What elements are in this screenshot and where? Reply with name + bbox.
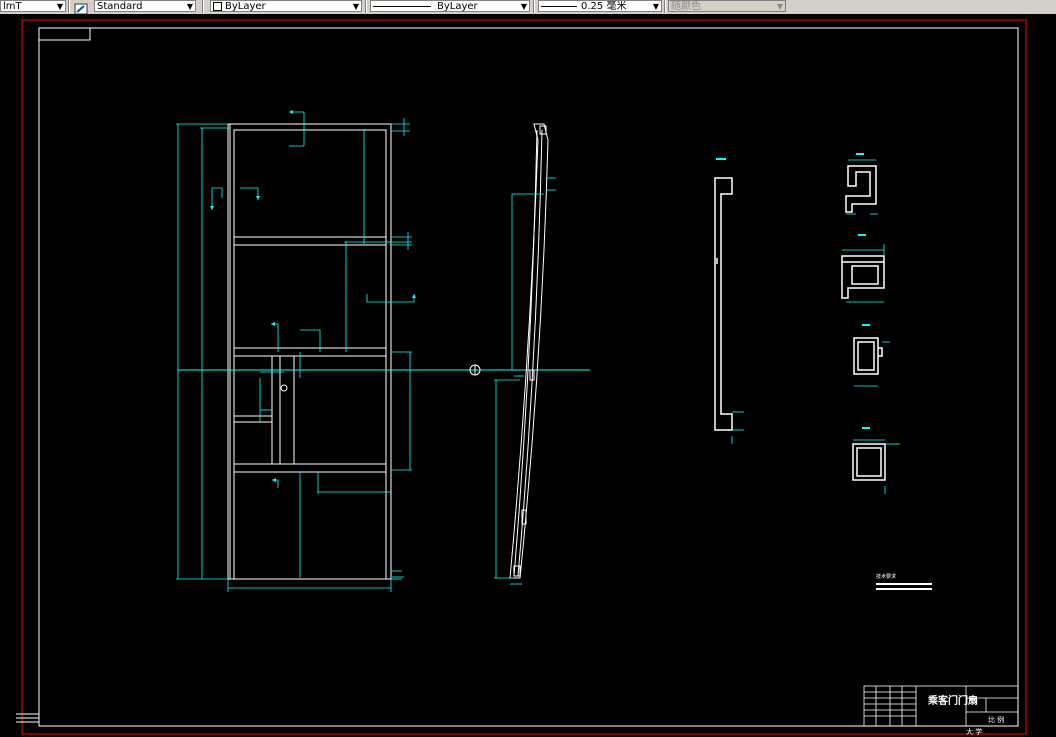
plot-style-value: 随颜色 [671, 1, 701, 12]
toolbar-separator [202, 0, 204, 13]
linetype-value: ByLayer [437, 1, 478, 12]
lineweight-value: 0.25 毫米 [581, 1, 627, 12]
title-block-school: 大 学 [966, 727, 982, 736]
text-style-partial-dropdown[interactable]: lmT ▼ [0, 0, 66, 12]
text-style-dropdown[interactable]: Standard ▼ [94, 0, 196, 12]
text-style-partial-value: lmT [3, 1, 22, 12]
chevron-down-icon: ▼ [520, 2, 527, 11]
chevron-down-icon: ▼ [652, 2, 659, 11]
toolbar-separator [664, 0, 666, 13]
plot-style-dropdown: 随颜色 ▼ [668, 0, 786, 12]
properties-toolbar: lmT ▼ Standard ▼ ByLayer ▼ ByLayer ▼ 0.2… [0, 0, 1056, 15]
title-block-drawing-name: 乘客门门扇 [927, 694, 978, 707]
color-dropdown[interactable]: ByLayer ▼ [210, 0, 362, 12]
lineweight-dropdown[interactable]: 0.25 毫米 ▼ [538, 0, 662, 12]
toolbar-separator [365, 0, 367, 13]
chevron-down-icon: ▼ [776, 2, 783, 11]
title-block-scale-label: 比 例 [988, 715, 1004, 724]
linetype-sample-icon [373, 1, 431, 7]
notes-heading: 技术要求 [876, 573, 896, 580]
toolbar-separator [533, 0, 535, 13]
lineweight-sample-icon [541, 1, 577, 7]
toolbar-separator [68, 0, 70, 13]
text-style-value: Standard [97, 1, 143, 12]
color-value: ByLayer [225, 1, 266, 12]
chevron-down-icon: ▼ [352, 2, 359, 11]
chevron-down-icon: ▼ [56, 2, 63, 11]
chevron-down-icon: ▼ [186, 2, 193, 11]
linetype-dropdown[interactable]: ByLayer ▼ [370, 0, 530, 12]
text-style-manager-icon[interactable] [74, 0, 88, 15]
color-swatch-icon [213, 1, 222, 11]
drawing-canvas[interactable]: 技术要求 乘客门门扇 比 例 大 学 [0, 14, 1056, 737]
